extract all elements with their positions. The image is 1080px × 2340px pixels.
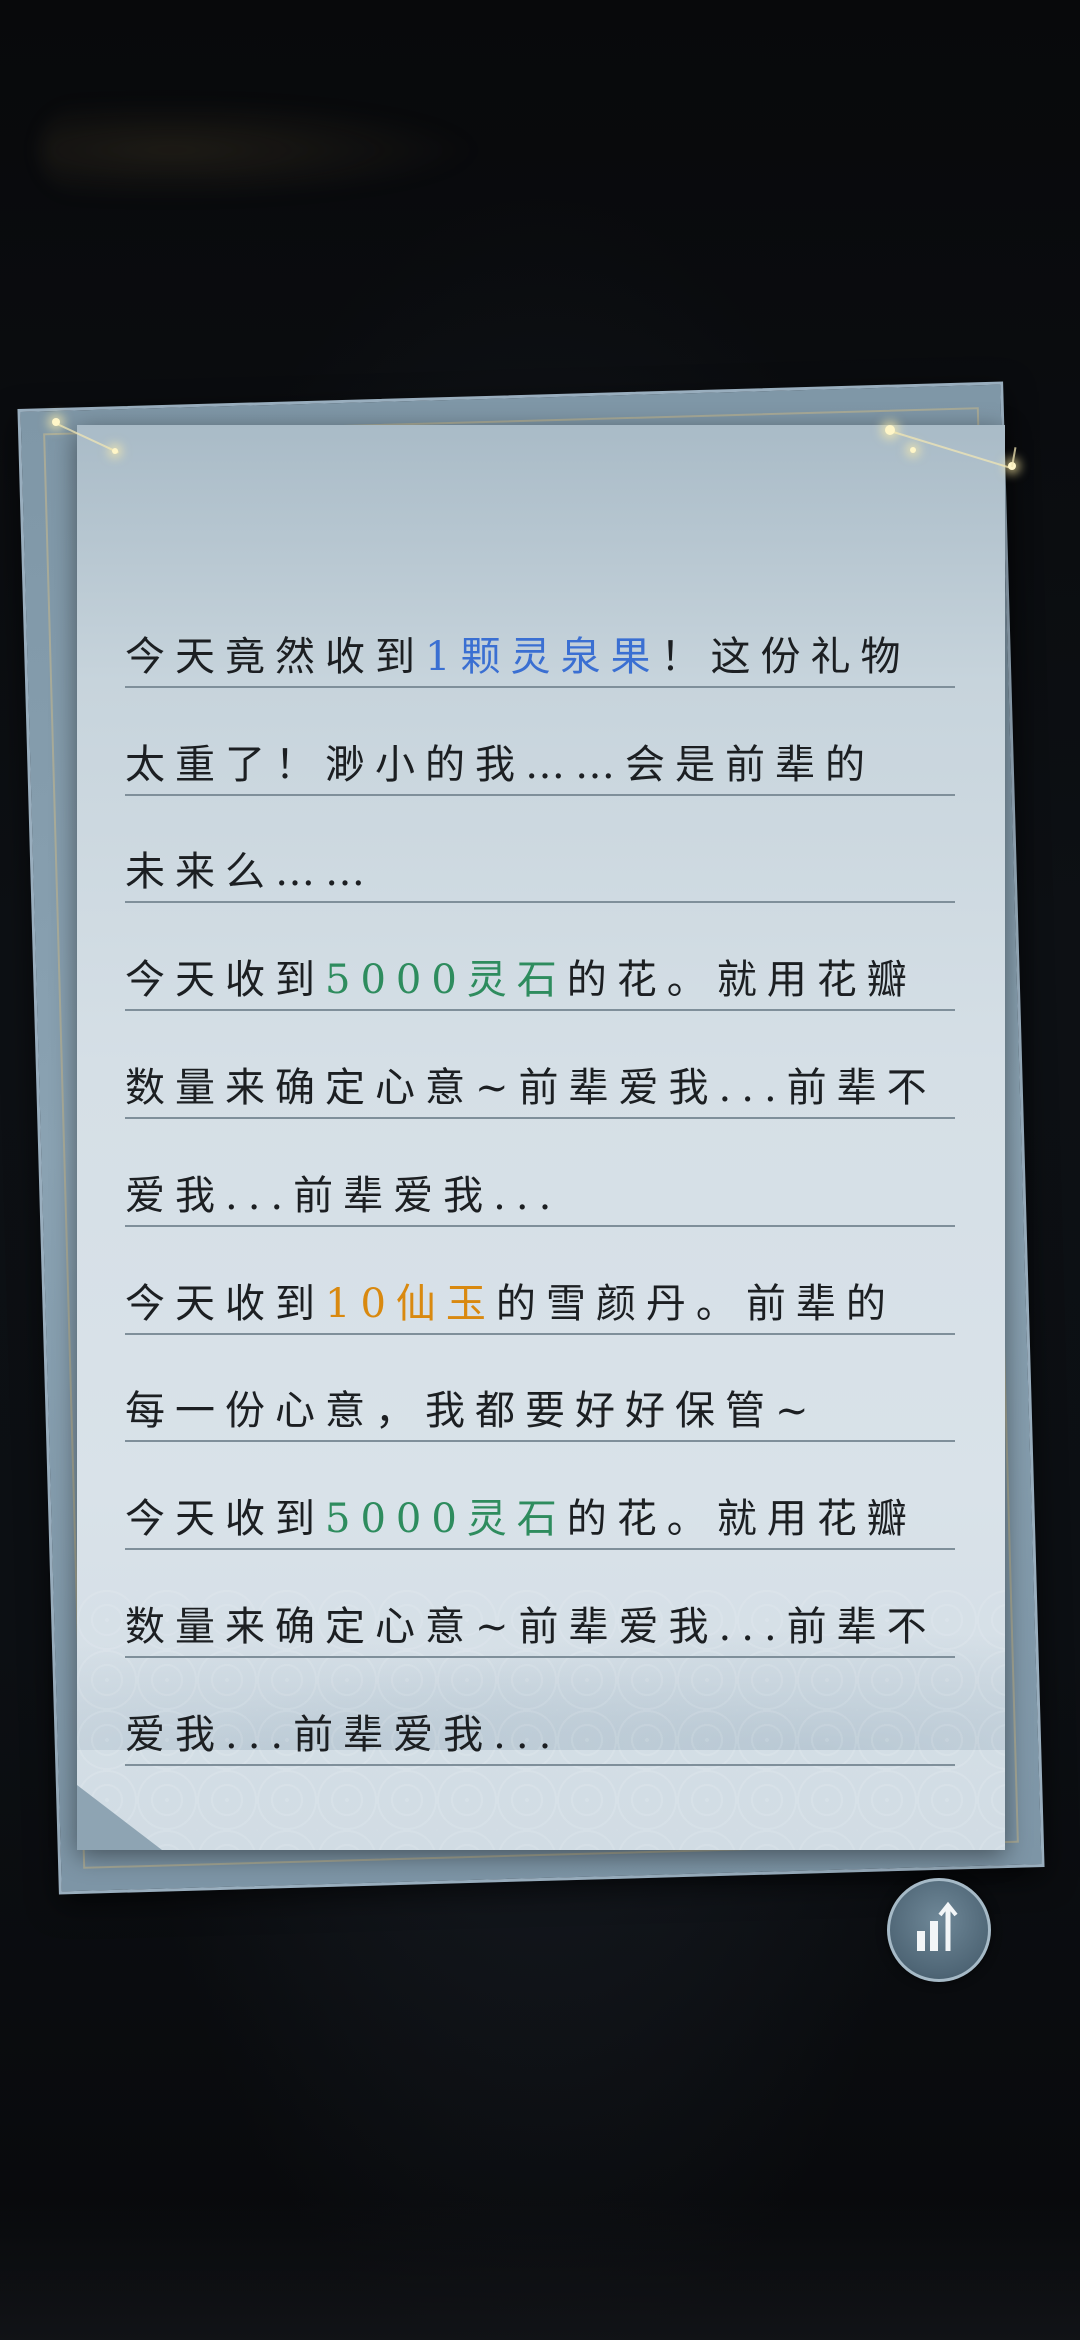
diary-text-segment: ！这份礼物 xyxy=(660,633,911,680)
stats-button[interactable] xyxy=(887,1878,991,1982)
diary-line-text: 今天收到5000灵石的花。就用花瓣 xyxy=(125,947,917,1005)
diary-line-text: 今天收到10仙玉的雪颜丹。前辈的 xyxy=(125,1271,896,1329)
diary-text-segment: 的雪颜丹。前辈的 xyxy=(495,1280,896,1327)
diary-line-text: 数量来确定心意~前辈爱我...前辈不 xyxy=(125,1055,937,1113)
diary-line: 爱我...前辈爱我... xyxy=(125,1658,955,1766)
diary-text-segment: 爱我...前辈爱我... xyxy=(125,1711,562,1758)
diary-text-segment: 未来么…… xyxy=(125,849,375,896)
diary-text-segment: 爱我...前辈爱我... xyxy=(125,1172,562,1219)
diary-line-text: 太重了！渺小的我……会是前辈的 xyxy=(125,732,875,790)
diary-line: 数量来确定心意~前辈爱我...前辈不 xyxy=(125,1011,955,1119)
diary-text-segment: 今天收到 xyxy=(125,957,325,1004)
highlight-item-orange: 10仙玉 xyxy=(325,1280,496,1327)
highlight-item-green: 5000灵石 xyxy=(325,957,567,1004)
blurred-bottom-bar xyxy=(0,2200,1080,2340)
diary-text-segment: 今天收到 xyxy=(125,1280,325,1327)
diary-text-segment: 数量来确定心意~前辈爱我...前辈不 xyxy=(125,1603,937,1650)
diary-line: 太重了！渺小的我……会是前辈的 xyxy=(125,688,955,796)
diary-line-text: 爱我...前辈爱我... xyxy=(125,1702,561,1760)
diary-lines: 今天竟然收到1颗灵泉果！这份礼物太重了！渺小的我……会是前辈的 未来么…… 今天收到… xyxy=(125,580,955,1766)
diary-line: 今天收到10仙玉的雪颜丹。前辈的 xyxy=(125,1227,955,1335)
diary-line: 今天竟然收到1颗灵泉果！这份礼物 xyxy=(125,580,955,688)
diary-line-text: 未来么…… xyxy=(125,839,375,897)
diary-line: 今天收到5000灵石的花。就用花瓣 xyxy=(125,903,955,1012)
paper-corner-fold xyxy=(77,1785,162,1850)
diary-text-segment: 今天竟然收到 xyxy=(125,633,425,680)
diary-line: 未来么…… xyxy=(125,796,955,904)
diary-text-segment: 数量来确定心意~前辈爱我...前辈不 xyxy=(125,1064,937,1111)
diary-line-text: 今天收到5000灵石的花。就用花瓣 xyxy=(125,1486,917,1544)
diary-line: 数量来确定心意~前辈爱我...前辈不 xyxy=(125,1550,955,1658)
diary-line-text: 今天竟然收到1颗灵泉果！这份礼物 xyxy=(125,624,910,682)
diary-text-segment: 每一份心意，我都要好好保管~ xyxy=(125,1388,819,1435)
diary-line: 每一份心意，我都要好好保管~ xyxy=(125,1335,955,1443)
diary-text-segment: 太重了！渺小的我……会是前辈的 xyxy=(125,741,875,788)
diary-text-segment: 今天收到 xyxy=(125,1496,325,1543)
diary-line: 今天收到5000灵石的花。就用花瓣 xyxy=(125,1442,955,1551)
highlight-item-blue: 1颗灵泉果 xyxy=(425,633,661,680)
highlight-item-green: 5000灵石 xyxy=(325,1496,567,1543)
diary-text-segment: 的花。就用花瓣 xyxy=(566,957,917,1004)
bar-chart-up-arrow-icon xyxy=(917,1901,958,1951)
diary-line: 爱我...前辈爱我... xyxy=(125,1119,955,1227)
diary-line-text: 爱我...前辈爱我... xyxy=(125,1163,561,1221)
blurred-background-title xyxy=(40,100,480,200)
diary-text-segment: 的花。就用花瓣 xyxy=(566,1496,917,1543)
diary-line-text: 数量来确定心意~前辈爱我...前辈不 xyxy=(125,1594,937,1652)
diary-line-text: 每一份心意，我都要好好保管~ xyxy=(125,1378,819,1436)
